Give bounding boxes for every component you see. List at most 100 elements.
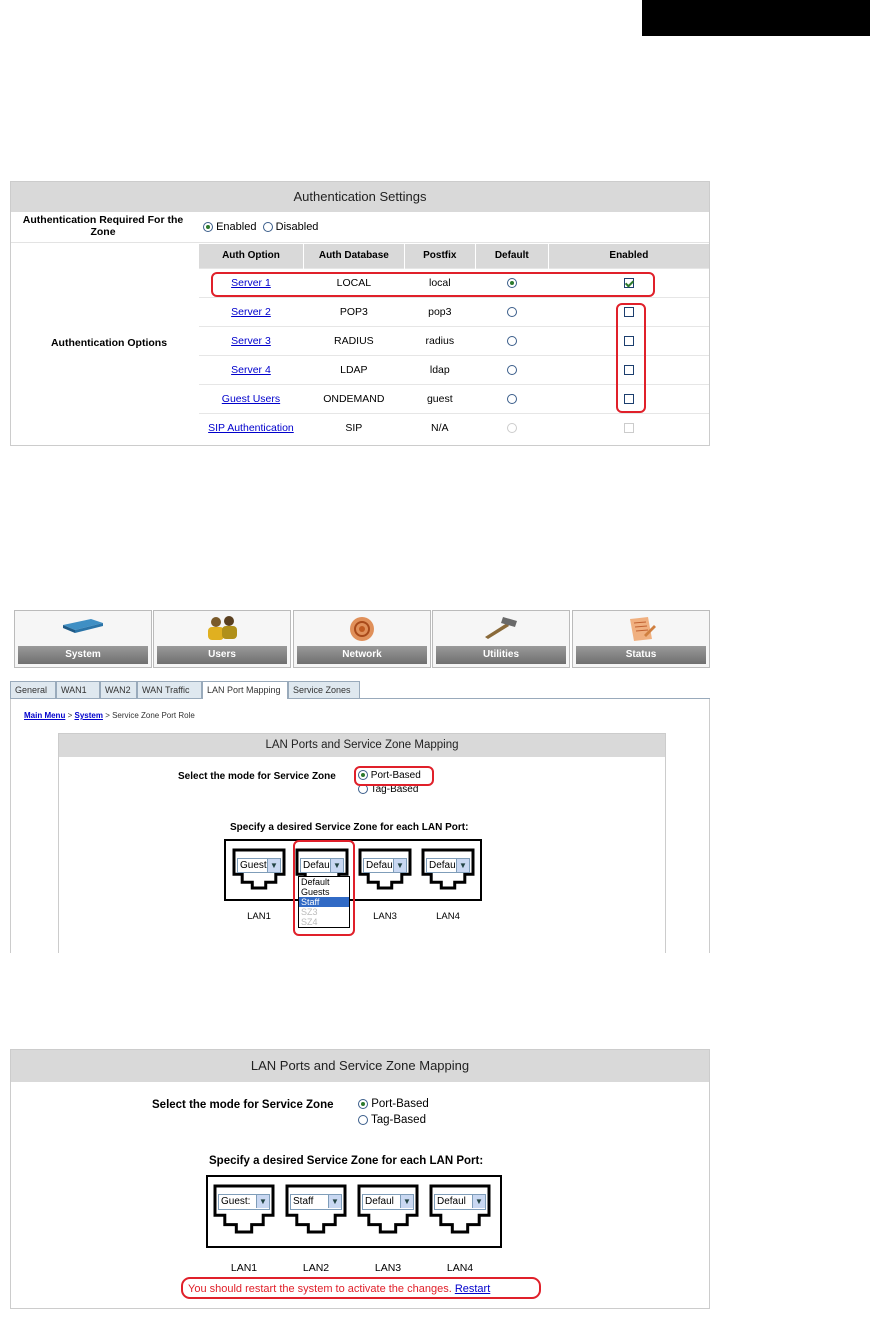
- port-based-option-2: Port-Based: [358, 1098, 429, 1110]
- auth-option-cell: Guest Users: [199, 384, 304, 413]
- nav-tile-utilities[interactable]: Utilities: [432, 610, 570, 668]
- select-value: Guest:: [221, 1196, 251, 1207]
- postfix-cell: N/A: [431, 421, 449, 434]
- nav-tile-system[interactable]: System: [14, 610, 152, 668]
- mode-label-1: Select the mode for Service Zone: [178, 771, 336, 782]
- port-based-radio[interactable]: [358, 1098, 368, 1109]
- tab-service-zones[interactable]: Service Zones: [288, 681, 360, 698]
- default-radio[interactable]: [506, 364, 517, 375]
- lan-zone-select[interactable]: Defaul ▼: [362, 1194, 414, 1210]
- lan-port-label: LAN1: [230, 1262, 258, 1274]
- default-cell: [475, 326, 548, 355]
- auth-option-link[interactable]: Server 2: [231, 306, 271, 318]
- tab-general[interactable]: General: [10, 681, 56, 698]
- chevron-down-icon: ▼: [472, 1195, 485, 1208]
- postfix-cell: guest: [426, 392, 453, 405]
- default-cell: [475, 413, 548, 442]
- breadcrumb-current: Service Zone Port Role: [112, 711, 195, 720]
- mode-label-2: Select the mode for Service Zone: [152, 1099, 334, 1111]
- auth-settings-panel: Authentication Settings Authentication R…: [10, 181, 710, 446]
- tag-based-label: Tag-Based: [371, 1114, 426, 1126]
- tab-wan-traffic[interactable]: WAN Traffic: [137, 681, 202, 698]
- default-cell: [475, 297, 548, 326]
- nav-tile-network[interactable]: Network: [293, 610, 431, 668]
- enabled-radio-label: Enabled: [216, 221, 257, 233]
- select-value: Defaul: [365, 1196, 394, 1207]
- breadcrumb-system[interactable]: System: [74, 711, 102, 720]
- lan-zone-select[interactable]: Defaul ▼: [434, 1194, 486, 1210]
- nav-tile-label: Status: [576, 646, 706, 664]
- mapping-panel-1-title: LAN Ports and Service Zone Mapping: [59, 734, 665, 757]
- chevron-down-icon: ▼: [456, 859, 469, 872]
- tab-wan2[interactable]: WAN2: [100, 681, 137, 698]
- restart-highlight: [181, 1277, 541, 1299]
- lan-zone-select[interactable]: Defaul ▼: [363, 858, 407, 873]
- table-row: SIP Authentication SIP N/A: [198, 413, 709, 442]
- enabled-radio[interactable]: [203, 222, 213, 233]
- system-icon: [15, 615, 151, 638]
- auth-db-cell: SIP: [345, 421, 363, 434]
- specify-label-1: Specify a desired Service Zone for each …: [230, 822, 469, 833]
- enabled-checkbox-highlight: [616, 303, 646, 413]
- auth-option-cell: Server 4: [199, 355, 304, 384]
- column-header: Postfix: [403, 244, 476, 268]
- default-cell: [475, 355, 548, 384]
- utilities-icon: [433, 615, 569, 642]
- column-header: Auth Database: [302, 244, 405, 268]
- auth-db-cell: ONDEMAND: [323, 392, 385, 405]
- breadcrumb-separator: >: [105, 711, 110, 720]
- postfix-cell: ldap: [429, 363, 450, 376]
- auth-option-cell: Server 3: [199, 326, 304, 355]
- nav-tile-users[interactable]: Users: [153, 610, 291, 668]
- tag-based-option-2: Tag-Based: [358, 1114, 426, 1126]
- auth-option-link[interactable]: Server 3: [231, 335, 271, 347]
- divider: [11, 242, 709, 243]
- auth-settings-title: Authentication Settings: [11, 182, 709, 212]
- auth-required-label: Authentication Required For the Zone: [22, 214, 184, 238]
- auth-db-cell: POP3: [339, 305, 368, 318]
- port-based-label: Port-Based: [371, 1098, 429, 1110]
- nav-tile-status[interactable]: Status: [572, 610, 710, 668]
- auth-option-link[interactable]: Guest Users: [222, 393, 280, 405]
- nav-tile-label: Utilities: [436, 646, 566, 664]
- lan-port-label: LAN2: [302, 1262, 330, 1274]
- lan-zone-select[interactable]: Guest: ▼: [218, 1194, 270, 1210]
- postfix-cell: radius: [425, 334, 455, 347]
- breadcrumb-separator: >: [67, 711, 73, 720]
- enabled-cell: [548, 413, 709, 442]
- lan-zone-select[interactable]: Staff ▼: [290, 1194, 342, 1210]
- lan-port-label: LAN3: [374, 1262, 402, 1274]
- chevron-down-icon: ▼: [328, 1195, 341, 1208]
- lan-zone-select[interactable]: Defaul ▼: [426, 858, 470, 873]
- lan-port-label: LAN1: [247, 911, 271, 922]
- mapping-panel-2-title: LAN Ports and Service Zone Mapping: [11, 1050, 709, 1082]
- network-icon: [294, 615, 430, 646]
- tab-wan1[interactable]: WAN1: [56, 681, 100, 698]
- select-value: Defaul: [429, 860, 458, 871]
- disabled-radio-label: Disabled: [275, 221, 319, 233]
- default-radio[interactable]: [506, 393, 517, 404]
- breadcrumb-main-menu[interactable]: Main Menu: [24, 711, 65, 720]
- auth-option-link[interactable]: Server 4: [231, 364, 271, 376]
- tab-lan-port-mapping[interactable]: LAN Port Mapping: [202, 681, 288, 699]
- users-icon: [154, 615, 290, 644]
- select-value: Defaul: [366, 860, 395, 871]
- default-radio: [506, 422, 517, 433]
- lan-zone-select[interactable]: Guest: ▼: [237, 858, 281, 873]
- header-bar: [642, 0, 870, 36]
- select-value: Guest:: [240, 860, 270, 871]
- disabled-radio[interactable]: [262, 222, 273, 233]
- server1-row-highlight: [211, 272, 655, 297]
- select-value: Staff: [293, 1196, 314, 1207]
- postfix-cell: pop3: [428, 305, 452, 318]
- nav-tile-label: Users: [157, 646, 287, 664]
- chevron-down-icon: ▼: [256, 1195, 269, 1208]
- default-radio[interactable]: [506, 335, 517, 346]
- select-value: Defaul: [437, 1196, 466, 1207]
- column-header: Enabled: [547, 244, 709, 268]
- chevron-down-icon: ▼: [267, 859, 280, 872]
- default-radio[interactable]: [506, 306, 517, 317]
- auth-option-link[interactable]: SIP Authentication: [208, 422, 294, 434]
- breadcrumb: Main Menu > System > Service Zone Port R…: [24, 711, 195, 720]
- tag-based-radio[interactable]: [358, 1114, 368, 1125]
